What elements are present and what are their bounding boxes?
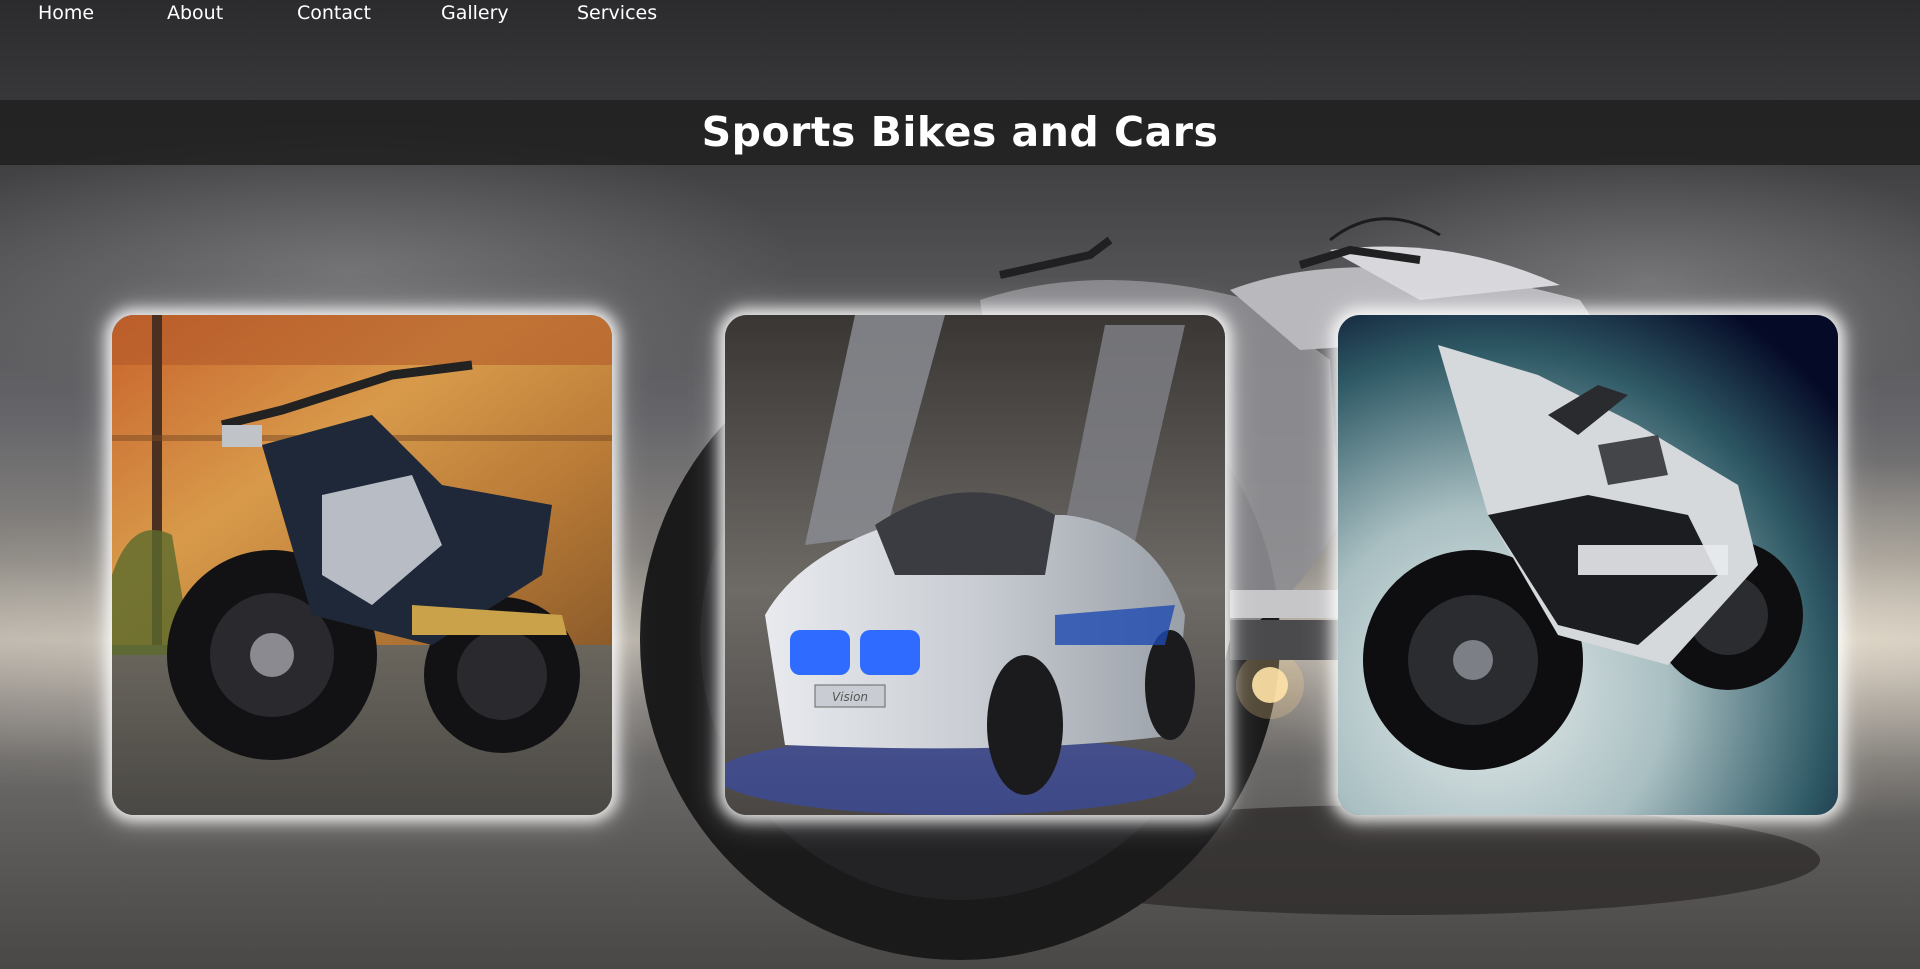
motorcycle-image [112, 315, 612, 815]
car-image: Vision [725, 315, 1225, 815]
nav-link-contact[interactable]: Contact [297, 0, 371, 26]
nav-link-gallery[interactable]: Gallery [441, 0, 509, 26]
nav-link-about[interactable]: About [167, 0, 223, 26]
car-plate-text: Vision [832, 690, 868, 704]
futuristic-bike-image [1338, 315, 1838, 815]
gallery-card-car[interactable]: Vision [725, 315, 1225, 815]
top-navigation: Home About Contact Gallery Services [0, 0, 1920, 28]
gallery-card-futuristic-bike[interactable] [1338, 315, 1838, 815]
page-title: Sports Bikes and Cars [701, 108, 1219, 156]
page: Home About Contact Gallery Services Spor… [0, 0, 1920, 969]
gallery-card-motorcycle[interactable] [112, 315, 612, 815]
title-banner: Sports Bikes and Cars [0, 100, 1920, 165]
nav-link-home[interactable]: Home [38, 0, 94, 26]
nav-link-services[interactable]: Services [577, 0, 657, 26]
